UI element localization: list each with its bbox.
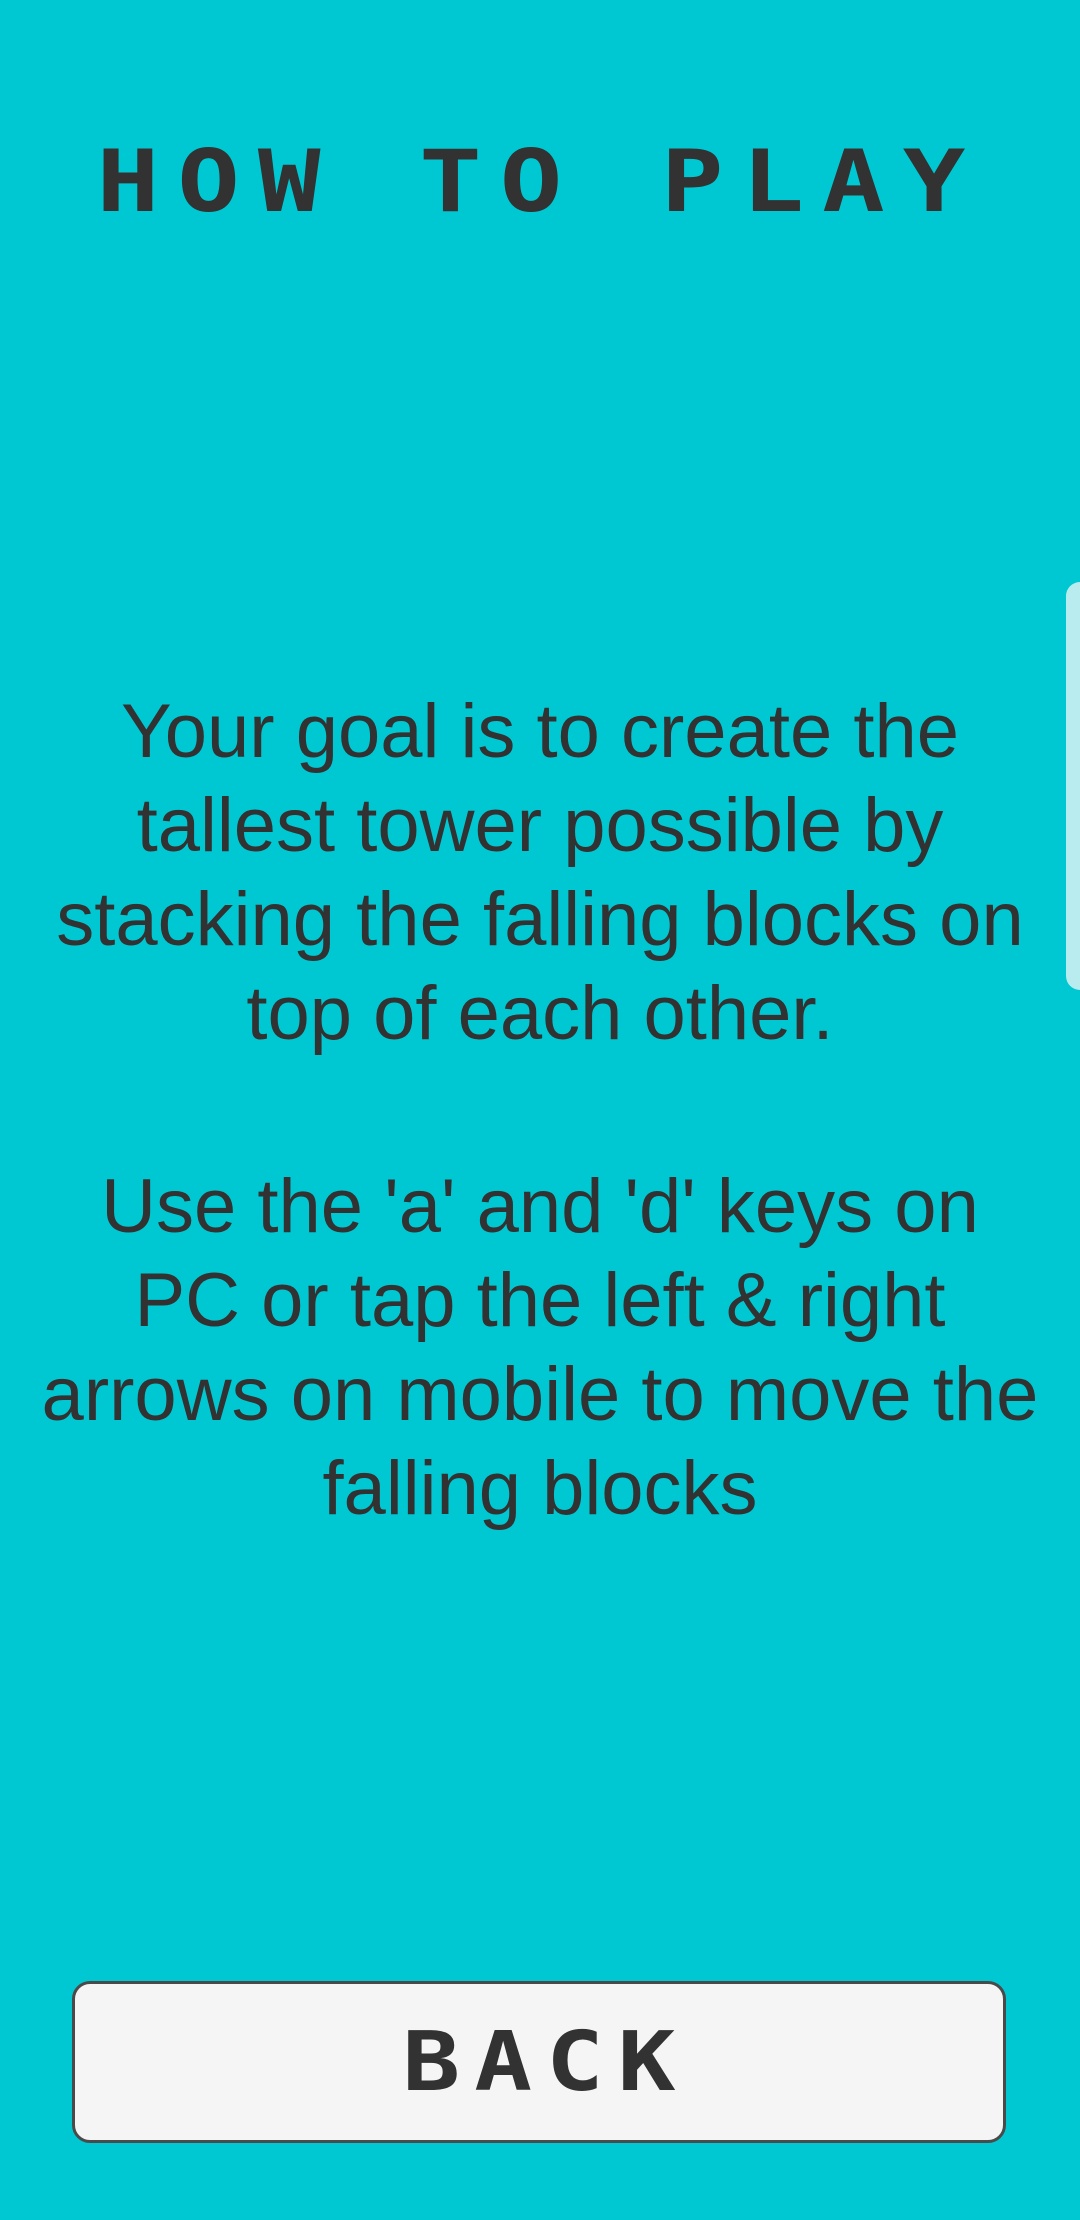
edge-panel-handle[interactable] <box>1066 582 1080 990</box>
page-title: HOW TO PLAY <box>96 131 984 232</box>
back-button[interactable]: BACK <box>72 1981 1006 2143</box>
instructions-goal: Your goal is to create the tallest tower… <box>56 689 1024 1056</box>
back-button-label: BACK <box>402 2014 690 2110</box>
instructions-controls: Use the 'a' and 'd' keys on PC or tap th… <box>41 1164 1039 1531</box>
